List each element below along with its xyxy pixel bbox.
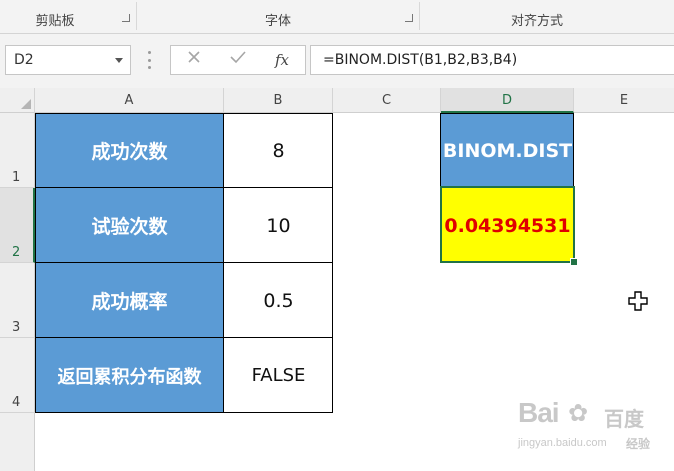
baidu-brand: 经验 bbox=[626, 437, 651, 451]
baidu-url: jingyan.baidu.com bbox=[518, 437, 607, 449]
row-header-4[interactable]: 4 bbox=[0, 338, 35, 413]
column-header-b[interactable]: B bbox=[224, 88, 333, 113]
cell-a3[interactable]: 成功概率 bbox=[35, 263, 224, 338]
row-header-empty bbox=[0, 413, 35, 471]
formula-buttons: fx bbox=[170, 45, 306, 75]
fill-handle[interactable] bbox=[570, 258, 578, 266]
font-group: 字体 bbox=[137, 0, 419, 33]
select-all-triangle-icon bbox=[21, 99, 31, 109]
baidu-watermark: Bai ✿ 百度 经验 jingyan.baidu.com bbox=[518, 397, 668, 463]
table-border bbox=[35, 113, 333, 114]
cell-a4[interactable]: 返回累积分布函数 bbox=[35, 338, 224, 413]
close-icon bbox=[188, 51, 200, 63]
cell-d2[interactable]: 0.04394531 bbox=[441, 188, 574, 263]
table-border bbox=[223, 113, 224, 413]
formula-input[interactable]: =BINOM.DIST(B1,B2,B3,B4) bbox=[310, 45, 674, 75]
column-header-a[interactable]: A bbox=[35, 88, 224, 113]
paw-icon: ✿ bbox=[568, 399, 589, 427]
cell-a2[interactable]: 试验次数 bbox=[35, 188, 224, 263]
cell-border bbox=[440, 113, 441, 188]
alignment-group: 对齐方式 bbox=[420, 0, 674, 33]
cell-b3[interactable]: 0.5 bbox=[224, 263, 333, 338]
cell-border bbox=[441, 113, 574, 114]
baidu-logo: Bai bbox=[518, 397, 560, 428]
check-icon bbox=[230, 51, 246, 64]
cell-b1[interactable]: 8 bbox=[224, 113, 333, 188]
table-border bbox=[332, 113, 333, 413]
table-border bbox=[35, 337, 333, 338]
cell-border bbox=[441, 187, 574, 188]
column-header-c[interactable]: C bbox=[333, 88, 441, 113]
ribbon-group-labels: 剪贴板 字体 对齐方式 bbox=[0, 0, 674, 34]
font-group-label: 字体 bbox=[264, 14, 291, 29]
row-header-1[interactable]: 1 bbox=[0, 113, 35, 188]
baidu-logo-suffix: 百度 bbox=[604, 407, 644, 431]
formula-bar: D2 fx =BINOM.DIST(B1,B2,B3,B4) bbox=[0, 34, 674, 89]
select-all-button[interactable] bbox=[0, 88, 35, 113]
clipboard-group-label: 剪贴板 bbox=[35, 14, 75, 29]
cell-d1[interactable]: BINOM.DIST bbox=[441, 113, 574, 188]
cell-cursor-icon bbox=[628, 291, 648, 311]
fx-icon: fx bbox=[274, 51, 289, 69]
row-header-2[interactable]: 2 bbox=[0, 188, 35, 263]
cancel-button[interactable] bbox=[173, 46, 215, 74]
name-box[interactable]: D2 bbox=[5, 45, 131, 75]
alignment-group-label: 对齐方式 bbox=[510, 14, 563, 29]
row-header-3[interactable]: 3 bbox=[0, 263, 35, 338]
enter-button[interactable] bbox=[217, 46, 259, 74]
cell-b4[interactable]: FALSE bbox=[224, 338, 333, 413]
name-box-value: D2 bbox=[14, 52, 34, 68]
table-border bbox=[35, 187, 333, 188]
table-border bbox=[35, 113, 36, 413]
clipboard-group: 剪贴板 bbox=[0, 0, 136, 33]
clipboard-launcher-icon[interactable] bbox=[122, 14, 130, 22]
table-border bbox=[35, 412, 333, 413]
cell-border bbox=[573, 113, 574, 188]
table-border bbox=[35, 262, 333, 263]
chevron-down-icon[interactable] bbox=[115, 58, 123, 63]
font-launcher-icon[interactable] bbox=[405, 14, 413, 22]
resize-handle-icon[interactable] bbox=[147, 51, 151, 69]
column-header-d[interactable]: D bbox=[441, 88, 574, 113]
insert-function-button[interactable]: fx bbox=[261, 46, 303, 74]
cell-a1[interactable]: 成功次数 bbox=[35, 113, 224, 188]
column-header-e[interactable]: E bbox=[574, 88, 674, 113]
cell-b2[interactable]: 10 bbox=[224, 188, 333, 263]
